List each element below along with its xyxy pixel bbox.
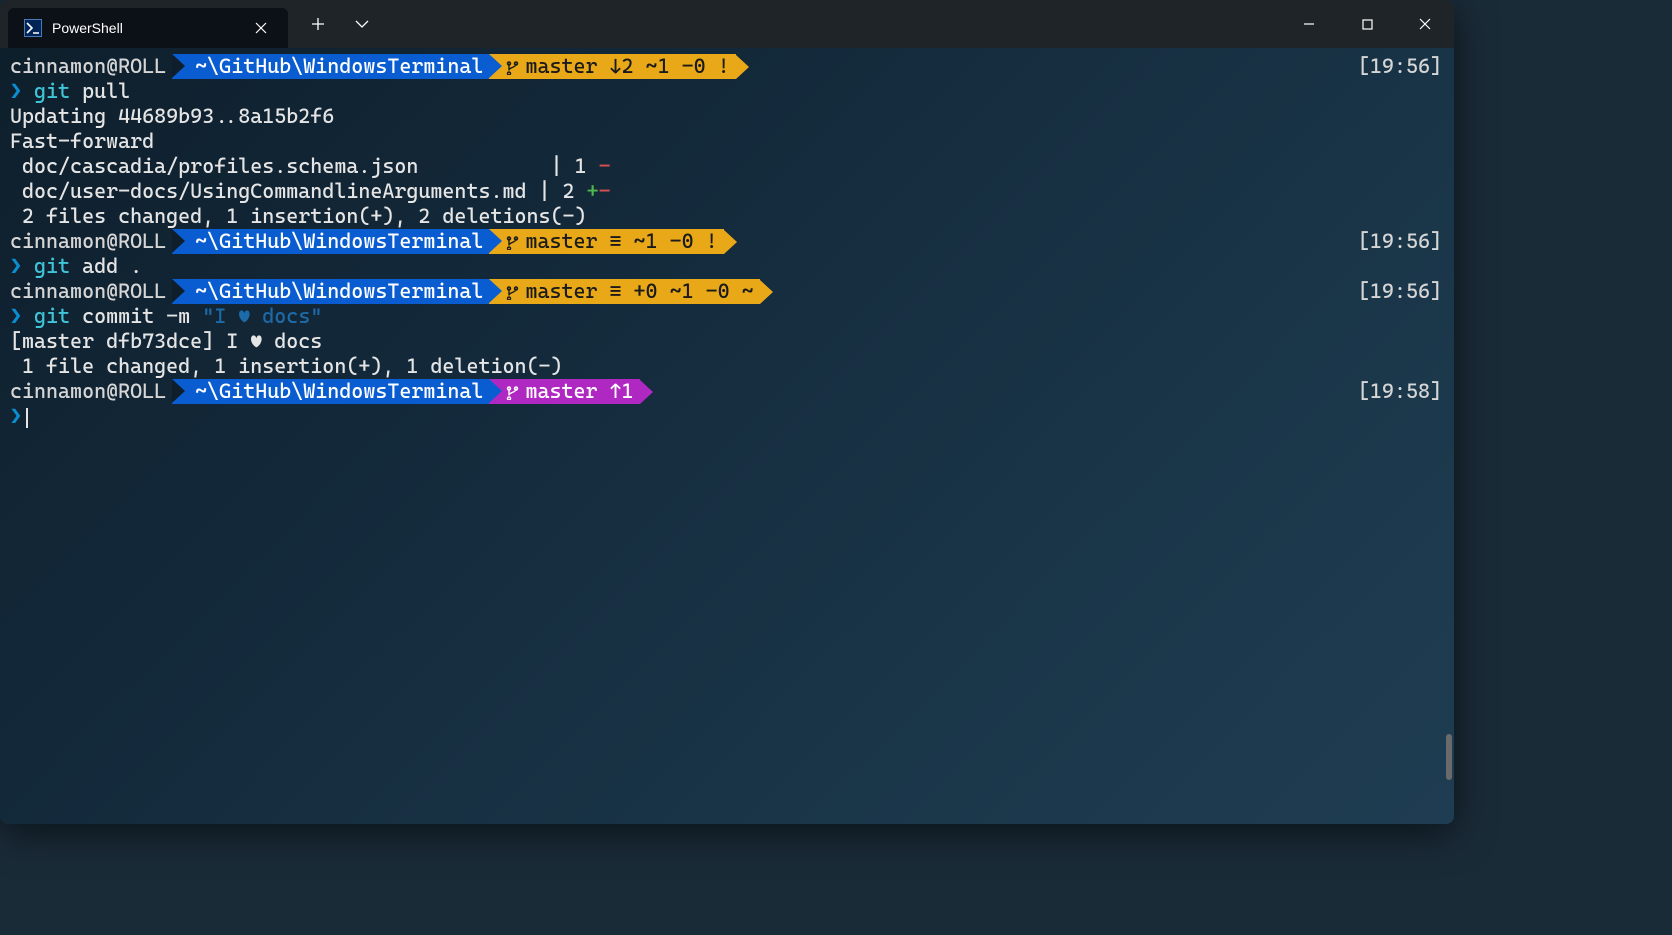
git-branch-icon <box>506 59 519 75</box>
prompt-user: cinnamon@ROLL <box>10 379 172 404</box>
tab-powershell[interactable]: PowerShell <box>8 8 288 48</box>
git-text: master ≡ ~1 -0 ! <box>525 229 717 254</box>
prompt-line: cinnamon@ROLL ~\GitHub\WindowsTerminal m… <box>10 379 1444 404</box>
prompt-line: cinnamon@ROLL ~\GitHub\WindowsTerminal m… <box>10 279 1444 304</box>
prompt-char: ❯ <box>10 254 22 279</box>
git-text: master ↑1 <box>525 379 633 404</box>
prompt-git-status: master ≡ +0 ~1 -0 ~ <box>502 279 759 304</box>
terminal-content[interactable]: cinnamon@ROLL ~\GitHub\WindowsTerminal m… <box>0 48 1454 824</box>
close-button[interactable] <box>1396 0 1454 48</box>
tab-close-button[interactable] <box>250 17 272 39</box>
git-branch-icon <box>506 284 519 300</box>
prompt-line: cinnamon@ROLL ~\GitHub\WindowsTerminal m… <box>10 229 1444 254</box>
git-branch-icon <box>506 234 519 250</box>
output-line: [master dfb73dce] I ♥ docs <box>10 329 1444 354</box>
powershell-icon <box>24 19 42 37</box>
cmd-git: git <box>34 304 70 329</box>
command-line: ❯ git commit -m "I ♥ docs" <box>10 304 1444 329</box>
tab-actions <box>296 0 384 48</box>
prompt-char: ❯ <box>10 404 22 429</box>
prompt-user: cinnamon@ROLL <box>10 279 172 304</box>
prompt-char: ❯ <box>10 79 22 104</box>
window-controls <box>1280 0 1454 48</box>
scrollbar-thumb[interactable] <box>1446 734 1452 780</box>
command-line: ❯ git pull <box>10 79 1444 104</box>
output-line: Updating 44689b93..8a15b2f6 <box>10 104 1444 129</box>
prompt-user: cinnamon@ROLL <box>10 54 172 79</box>
output-line: 2 files changed, 1 insertion(+), 2 delet… <box>10 204 1444 229</box>
maximize-button[interactable] <box>1338 0 1396 48</box>
prompt-path: ~\GitHub\WindowsTerminal <box>185 229 489 254</box>
prompt-path: ~\GitHub\WindowsTerminal <box>185 54 489 79</box>
git-branch-icon <box>506 384 519 400</box>
cmd-args: add . <box>70 254 142 279</box>
output-line: doc/cascadia/profiles.schema.json | 1 - <box>10 154 1444 179</box>
prompt-time: [19:56] <box>1358 279 1444 304</box>
prompt-git-status: master ↑1 <box>502 379 639 404</box>
scrollbar[interactable] <box>1446 48 1452 824</box>
prompt-time: [19:56] <box>1358 229 1444 254</box>
output-line: doc/user-docs/UsingCommandlineArguments.… <box>10 179 1444 204</box>
cmd-git: git <box>34 79 70 104</box>
cmd-args: commit -m <box>70 304 202 329</box>
cursor <box>26 408 28 428</box>
tab-dropdown-button[interactable] <box>340 0 384 48</box>
prompt-time: [19:58] <box>1358 379 1444 404</box>
cmd-git: git <box>34 254 70 279</box>
output-line: 1 file changed, 1 insertion(+), 1 deleti… <box>10 354 1444 379</box>
titlebar: PowerShell <box>0 0 1454 48</box>
prompt-git-status: master ↓2 ~1 -0 ! <box>502 54 735 79</box>
prompt-time: [19:56] <box>1358 54 1444 79</box>
command-line: ❯ <box>10 404 1444 429</box>
cmd-string: "I ♥ docs" <box>202 304 322 329</box>
minimize-button[interactable] <box>1280 0 1338 48</box>
cmd-args: pull <box>70 79 130 104</box>
prompt-path: ~\GitHub\WindowsTerminal <box>185 279 489 304</box>
prompt-path: ~\GitHub\WindowsTerminal <box>185 379 489 404</box>
new-tab-button[interactable] <box>296 0 340 48</box>
git-text: master ↓2 ~1 -0 ! <box>525 54 729 79</box>
prompt-line: cinnamon@ROLL ~\GitHub\WindowsTerminal m… <box>10 54 1444 79</box>
prompt-user: cinnamon@ROLL <box>10 229 172 254</box>
command-line: ❯ git add . <box>10 254 1444 279</box>
prompt-git-status: master ≡ ~1 -0 ! <box>502 229 723 254</box>
prompt-char: ❯ <box>10 304 22 329</box>
tab-title: PowerShell <box>52 20 240 36</box>
output-line: Fast-forward <box>10 129 1444 154</box>
terminal-window: PowerShell ci <box>0 0 1454 824</box>
git-text: master ≡ +0 ~1 -0 ~ <box>525 279 753 304</box>
